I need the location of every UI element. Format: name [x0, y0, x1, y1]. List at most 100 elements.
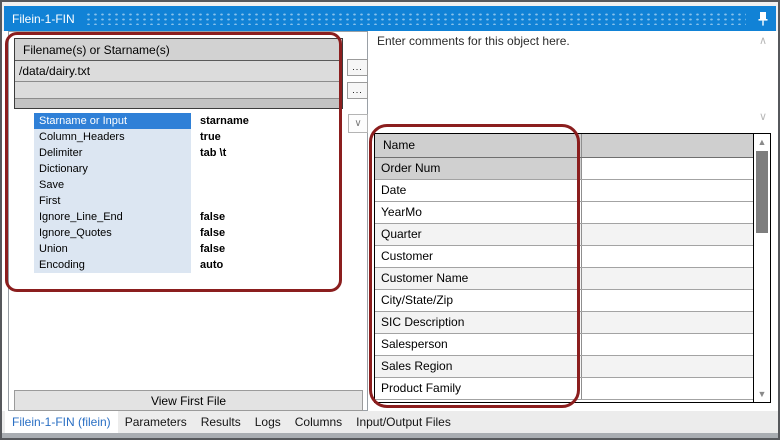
- property-row[interactable]: Delimiter tab \t: [21, 145, 341, 161]
- cell-name[interactable]: Product Family: [375, 378, 582, 399]
- window-title: Filein-1-FIN: [12, 11, 75, 26]
- title-bar: Filein-1-FIN: [4, 6, 776, 31]
- property-row[interactable]: First: [21, 193, 341, 209]
- comments-text: Enter comments for this object here.: [377, 34, 570, 48]
- tab[interactable]: Parameters: [118, 411, 194, 433]
- property-value[interactable]: false: [191, 209, 341, 225]
- property-row[interactable]: Ignore_Line_End false: [21, 209, 341, 225]
- property-value[interactable]: [191, 177, 341, 193]
- tab[interactable]: Logs: [248, 411, 288, 433]
- comments-scroll-up-icon[interactable]: ∧: [759, 36, 767, 47]
- filename-row[interactable]: /data/dairy.txt: [15, 61, 342, 82]
- columns-table: Name Order Num Date YearMo Quarter Custo…: [374, 133, 771, 403]
- cell-value[interactable]: [582, 334, 753, 355]
- property-grid: Starname or Input starname Column_Header…: [21, 113, 341, 273]
- property-label: Encoding: [34, 257, 191, 273]
- scroll-down-icon: ▼: [757, 389, 767, 399]
- property-value[interactable]: starname: [191, 113, 341, 129]
- property-label: Ignore_Quotes: [34, 225, 191, 241]
- titlebar-texture: [84, 12, 746, 25]
- cell-name[interactable]: Customer: [375, 246, 582, 267]
- property-label: Dictionary: [34, 161, 191, 177]
- property-label: Union: [34, 241, 191, 257]
- comments-box[interactable]: Enter comments for this object here. ∧ ∨: [372, 31, 770, 127]
- property-value[interactable]: false: [191, 225, 341, 241]
- cell-name[interactable]: YearMo: [375, 202, 582, 223]
- cell-value[interactable]: [582, 290, 753, 311]
- property-row-gutter: [21, 113, 34, 129]
- starname-dropdown-button[interactable]: ∨: [348, 114, 368, 133]
- cell-value[interactable]: [582, 246, 753, 267]
- chevron-down-icon: ∨: [354, 117, 362, 129]
- property-row-gutter: [21, 145, 34, 161]
- property-value[interactable]: false: [191, 241, 341, 257]
- table-row[interactable]: Customer Name: [375, 268, 753, 290]
- comments-scroll-down-icon[interactable]: ∨: [759, 112, 767, 123]
- cell-name[interactable]: Customer Name: [375, 268, 582, 289]
- tab[interactable]: Filein-1-FIN (filein): [5, 411, 118, 433]
- property-label: Starname or Input: [34, 113, 191, 129]
- column-header-name[interactable]: Name: [375, 134, 582, 157]
- cell-value[interactable]: [582, 180, 753, 201]
- filename-row-list: /data/dairy.txt: [15, 61, 342, 99]
- scroll-up-button[interactable]: ▲: [754, 135, 770, 149]
- property-row[interactable]: Starname or Input starname: [21, 113, 341, 129]
- cell-name[interactable]: City/State/Zip: [375, 290, 582, 311]
- cell-name[interactable]: Order Num: [375, 158, 582, 179]
- property-row[interactable]: Union false: [21, 241, 341, 257]
- table-row[interactable]: Salesperson: [375, 334, 753, 356]
- view-first-file-button[interactable]: View First File: [14, 390, 363, 411]
- property-row[interactable]: Ignore_Quotes false: [21, 225, 341, 241]
- property-value[interactable]: [191, 193, 341, 209]
- cell-value[interactable]: [582, 224, 753, 245]
- table-row[interactable]: Quarter: [375, 224, 753, 246]
- property-row[interactable]: Save: [21, 177, 341, 193]
- filename-row[interactable]: [15, 82, 342, 99]
- table-row[interactable]: Sales Region: [375, 356, 753, 378]
- cell-value[interactable]: [582, 202, 753, 223]
- property-row-gutter: [21, 177, 34, 193]
- browse-file-button-2[interactable]: ...: [347, 82, 368, 99]
- property-row-gutter: [21, 225, 34, 241]
- scroll-up-icon: ▲: [757, 137, 767, 147]
- tab[interactable]: Results: [194, 411, 248, 433]
- table-row[interactable]: SIC Description: [375, 312, 753, 334]
- table-row[interactable]: Order Num: [375, 158, 753, 180]
- pin-icon[interactable]: [756, 11, 770, 27]
- cell-name[interactable]: Date: [375, 180, 582, 201]
- cell-name[interactable]: Quarter: [375, 224, 582, 245]
- cell-value[interactable]: [582, 312, 753, 333]
- property-row-gutter: [21, 129, 34, 145]
- property-row[interactable]: Dictionary: [21, 161, 341, 177]
- property-row-gutter: [21, 161, 34, 177]
- tab[interactable]: Columns: [288, 411, 349, 433]
- tab[interactable]: Input/Output Files: [349, 411, 458, 433]
- table-row[interactable]: Product Family: [375, 378, 753, 400]
- columns-table-body: Order Num Date YearMo Quarter Customer C…: [375, 158, 753, 402]
- table-row[interactable]: City/State/Zip: [375, 290, 753, 312]
- cell-value[interactable]: [582, 268, 753, 289]
- browse-file-button[interactable]: ...: [347, 59, 368, 76]
- cell-name[interactable]: Sales Region: [375, 356, 582, 377]
- cell-name[interactable]: SIC Description: [375, 312, 582, 333]
- scrollbar-thumb[interactable]: [756, 151, 768, 233]
- cell-name[interactable]: Salesperson: [375, 334, 582, 355]
- table-row[interactable]: YearMo: [375, 202, 753, 224]
- table-scrollbar[interactable]: ▲ ▼: [753, 134, 770, 402]
- scroll-down-button[interactable]: ▼: [754, 387, 770, 401]
- property-row[interactable]: Column_Headers true: [21, 129, 341, 145]
- cell-value[interactable]: [582, 378, 753, 399]
- cell-value[interactable]: [582, 158, 753, 179]
- property-label: First: [34, 193, 191, 209]
- cell-value[interactable]: [582, 356, 753, 377]
- table-row[interactable]: Date: [375, 180, 753, 202]
- property-value[interactable]: auto: [191, 257, 341, 273]
- parameters-panel: Filename(s) or Starname(s) /data/dairy.t…: [8, 31, 368, 411]
- table-row[interactable]: Customer: [375, 246, 753, 268]
- property-value[interactable]: tab \t: [191, 145, 341, 161]
- property-row[interactable]: Encoding auto: [21, 257, 341, 273]
- filename-table: Filename(s) or Starname(s) /data/dairy.t…: [14, 38, 343, 109]
- property-row-gutter: [21, 241, 34, 257]
- property-value[interactable]: true: [191, 129, 341, 145]
- property-value[interactable]: [191, 161, 341, 177]
